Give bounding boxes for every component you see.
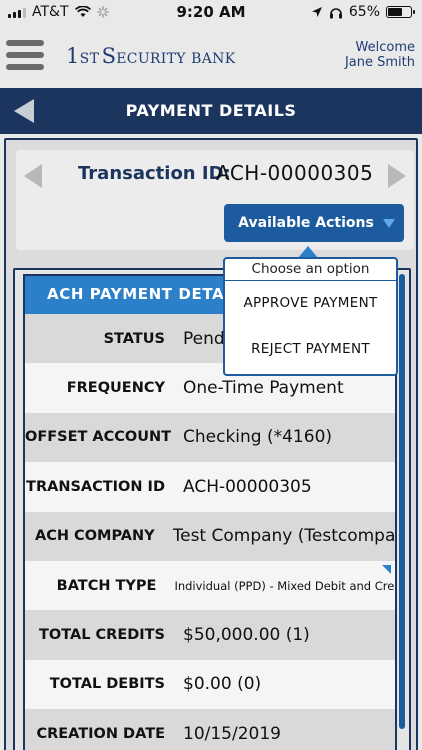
status-bar: AT&T 9:20 AM 65% (0, 0, 422, 26)
battery-level (388, 8, 403, 16)
detail-row-value: Test Company (Testcompan) (172, 526, 395, 547)
screen: AT&T 9:20 AM 65% 1ST SECURITY BANK Welco… (0, 0, 422, 750)
details-rows: STATUS Pendi FREQUENCY One-Time Payment OFFS… (25, 314, 395, 750)
detail-row: CREATION DATE 10/15/2019 (25, 709, 395, 750)
detail-row-value: 10/15/2019 (183, 723, 281, 744)
bank-logo: 1ST SECURITY BANK (66, 44, 236, 68)
actions-dropdown: Choose an option APPROVE PAYMENT REJECT … (223, 257, 398, 376)
available-actions-label: Available Actions (238, 215, 374, 231)
headphones-icon (329, 7, 342, 18)
detail-row: OFFSET ACCOUNT Checking (*4160) (25, 412, 395, 463)
detail-row-label: STATUS (103, 330, 165, 347)
status-right: 65% (311, 4, 415, 20)
caret-down-icon (383, 219, 395, 228)
reject-payment-option[interactable]: REJECT PAYMENT (225, 327, 396, 373)
page-title: PAYMENT DETAILS (125, 101, 297, 120)
detail-row-value: ACH-00000305 (183, 476, 312, 497)
dropdown-title: Choose an option (225, 259, 396, 281)
details-scrollbar[interactable] (399, 274, 405, 729)
detail-row-value: One-Time Payment (183, 378, 344, 399)
detail-row-value: Checking (*4160) (183, 427, 333, 448)
detail-row-label: BATCH TYPE (56, 577, 157, 594)
detail-row: BATCH TYPE Individual (PPD) - Mixed Debit… (25, 560, 395, 611)
app-header: 1ST SECURITY BANK Welcome Jane Smith (0, 26, 422, 88)
detail-row-value: Individual (PPD) - Mixed Debit and Credi… (174, 578, 395, 593)
menu-icon[interactable] (6, 40, 44, 70)
detail-row-label: TRANSACTION ID (26, 478, 165, 495)
title-bar: PAYMENT DETAILS (0, 88, 422, 134)
detail-row-label: FREQUENCY (66, 380, 165, 397)
truncated-indicator-icon (382, 564, 391, 574)
detail-row: TOTAL CREDITS $50,000.00 (1) (25, 610, 395, 660)
available-actions-button[interactable]: Available Actions (224, 204, 404, 242)
detail-row-label: ACH COMPANY (35, 528, 155, 545)
approve-payment-option[interactable]: APPROVE PAYMENT (225, 281, 396, 327)
previous-transaction-arrow-icon[interactable] (24, 164, 42, 188)
detail-row-label: TOTAL DEBITS (49, 676, 165, 693)
detail-row-value: $0.00 (0) (183, 674, 262, 695)
detail-row-label: CREATION DATE (36, 725, 165, 742)
detail-row: ACH COMPANY Test Company (Testcompan) (25, 511, 395, 561)
detail-row: TOTAL DEBITS $0.00 (0) (25, 659, 395, 710)
detail-row-label: OFFSET ACCOUNT (25, 429, 172, 446)
detail-row-label: TOTAL CREDITS (39, 627, 165, 644)
transaction-id-label: Transaction ID: (78, 163, 231, 184)
welcome-greeting: Welcome (355, 40, 415, 55)
welcome-text: Welcome Jane Smith (345, 40, 415, 70)
welcome-user-name: Jane Smith (344, 55, 415, 70)
location-arrow-icon (311, 7, 322, 17)
transaction-id-value: ACH-00000305 (216, 161, 374, 185)
next-transaction-arrow-icon[interactable] (388, 164, 406, 188)
transaction-header-card: Transaction ID: ACH-00000305 Available A… (16, 150, 414, 250)
payment-details-panel: Transaction ID: ACH-00000305 Available A… (4, 138, 418, 750)
detail-row: TRANSACTION ID ACH-00000305 (25, 462, 395, 512)
battery-icon (386, 6, 415, 18)
battery-percent: 65% (348, 4, 380, 20)
detail-row-value: $50,000.00 (1) (183, 625, 310, 646)
